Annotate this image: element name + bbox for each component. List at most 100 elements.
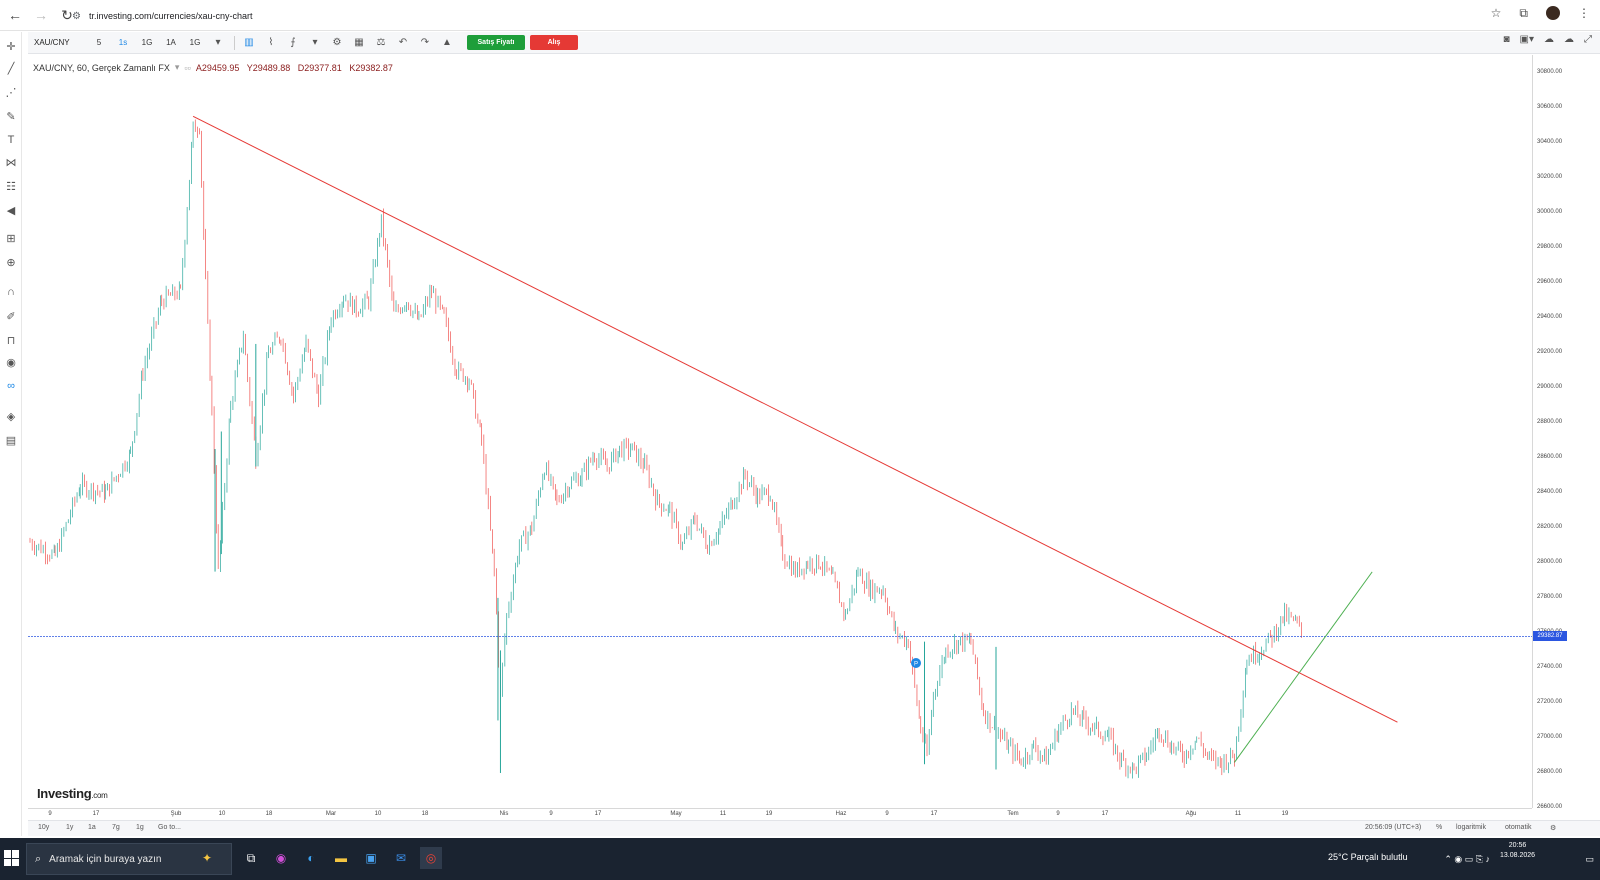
profile-avatar[interactable] [1546,6,1560,20]
indicators-icon[interactable]: ⨍ [283,34,303,52]
back-arrow-icon[interactable]: ◀ [3,202,19,218]
y-tick-label: 27000.00 [1537,733,1563,740]
x-tick-label: Ağu [1185,811,1197,817]
layers-icon[interactable]: ◈ [3,408,19,424]
start-button[interactable] [4,850,20,866]
buy-button[interactable]: Alış [530,35,578,50]
bookmark-star-icon[interactable]: ☆ [1491,6,1502,21]
x-tick-label: Şub [170,811,182,817]
x-tick-label: 9 [885,811,889,817]
range-10y[interactable]: 10y [38,824,49,831]
range-1d[interactable]: 1g [136,824,144,831]
eye-icon[interactable]: ◉ [3,354,19,370]
auto-toggle[interactable]: otomatik [1505,824,1531,831]
zoom-icon[interactable]: ⊕ [3,254,19,270]
x-tick-label: 10 [218,811,226,817]
candles-icon[interactable]: ▥ [239,34,259,52]
forward-icon[interactable]: → [30,4,52,26]
y-tick-label: 26800.00 [1537,768,1563,775]
fib-tool-icon[interactable]: ⋰ [3,84,19,100]
menu-icon[interactable]: ⋮ [1578,6,1590,21]
symbol-search[interactable]: XAU/CNY [28,38,88,47]
lock-icon[interactable]: ⊓ [3,332,19,348]
extensions-icon[interactable]: ⧉ [1519,6,1528,21]
y-tick-label: 27400.00 [1537,663,1563,670]
alert-bell-icon[interactable]: ▲ [437,34,457,52]
indicators-dropdown-icon[interactable]: ▾ [305,34,325,52]
layout-icon[interactable]: ▣▾ [1520,34,1534,45]
copilot-sparkle-icon[interactable]: ✦ [196,847,218,869]
time-axis[interactable]: 9 17 Şub 10 18 Mar 10 18 Nis 9 17 May 11 19 Haz 9 17 Tem 9… [28,808,1532,820]
y-tick-label: 30000.00 [1537,208,1563,215]
camera-icon[interactable]: ◙ [1503,34,1509,45]
x-tick-label: 19 [1281,811,1289,817]
chrome-icon[interactable]: ◎ [420,847,442,869]
weather-widget[interactable]: 25°C Parçalı bulutlu [1328,852,1408,862]
copilot-app-icon[interactable]: ◉ [270,847,292,869]
windows-taskbar: ⌕ Aramak için buraya yazın ✦ ⧉ ◉ ◐ ▬ ▣ ✉… [0,838,1600,880]
interval-1d[interactable]: 1G [136,34,158,52]
address-bar[interactable]: ⚙ tr.investing.com/currencies/xau-cny-ch… [72,6,1512,26]
notification-icon[interactable]: ▭ [1585,838,1594,880]
downtrend-line[interactable] [192,115,1398,723]
brush-tool-icon[interactable]: ✎ [3,108,19,124]
interval-dropdown-icon[interactable]: ▾ [208,34,228,52]
fullscreen-icon[interactable]: ⤢ [1584,34,1592,45]
cloud-upload-icon[interactable]: ☁ [1564,34,1574,45]
axis-settings-icon[interactable]: ⚙ [1550,824,1556,832]
range-1m[interactable]: 1a [88,824,96,831]
browser-bar: ← → ↻ ⚙ tr.investing.com/currencies/xau-… [0,0,1600,31]
taskbar-clock[interactable]: 20:56 13.08.2026 [1500,841,1535,861]
undo-icon[interactable]: ↶ [393,34,413,52]
magnet-icon[interactable]: ∩ [3,284,19,300]
uptrend-line[interactable] [1233,571,1373,763]
settings-gear-icon[interactable]: ⚙ [327,34,347,52]
interval-1m[interactable]: 1A [160,34,182,52]
ruler-icon[interactable]: ⊞ [3,230,19,246]
investing-logo: Investing.com [37,786,108,801]
range-7d[interactable]: 7g [112,824,120,831]
y-tick-label: 29000.00 [1537,383,1563,390]
studies-icon[interactable]: ▦ [349,34,369,52]
compare-icon[interactable]: ⚖ [371,34,391,52]
edge-icon[interactable]: ◐ [300,847,322,869]
link-icon[interactable]: ∞ [3,378,19,394]
measure-tool-icon[interactable]: ☷ [3,178,19,194]
x-tick-label: Mar [325,811,337,817]
line-chart-icon[interactable]: ⌇ [261,34,281,52]
price-axis[interactable]: 30800.00 30600.00 30400.00 30200.00 30000.00… [1532,55,1600,810]
x-tick-label: 17 [1101,811,1109,817]
trendline-tool-icon[interactable]: ╱ [3,60,19,76]
interval-5m[interactable]: 5 [88,34,110,52]
sell-button[interactable]: Satış Fiyatı [467,35,525,50]
redo-icon[interactable]: ↷ [415,34,435,52]
y-tick-label: 29200.00 [1537,348,1563,355]
event-marker[interactable]: P [911,658,921,668]
cloud-download-icon[interactable]: ☁ [1544,34,1554,45]
interval-1h[interactable]: 1s [112,34,134,52]
pencil-lock-icon[interactable]: ✐ [3,308,19,324]
store-icon[interactable]: ▣ [360,847,382,869]
interval-1w[interactable]: 1G [184,34,206,52]
crosshair-icon[interactable]: ✛ [3,38,19,54]
tray-icons[interactable]: ⌃ ◉ ▭ ⎘ ♪ [1444,838,1490,880]
log-toggle[interactable]: logaritmik [1456,824,1486,831]
trash-icon[interactable]: ▤ [3,432,19,448]
clock-readout: 20:56:09 (UTC+3) [1365,824,1422,831]
text-tool-icon[interactable]: T [3,132,19,148]
range-1y[interactable]: 1y [66,824,73,831]
svg-text:P: P [914,662,918,668]
price-chart[interactable]: P [28,55,1532,808]
x-tick-label: 18 [265,811,273,817]
pattern-tool-icon[interactable]: ⋈ [3,154,19,170]
task-view-icon[interactable]: ⧉ [240,847,262,869]
site-info-icon[interactable]: ⚙ [72,11,81,22]
y-tick-label: 28800.00 [1537,418,1563,425]
goto-date[interactable]: Go to... [158,824,181,831]
y-tick-label: 30800.00 [1537,68,1563,75]
mail-icon[interactable]: ✉ [390,847,412,869]
file-explorer-icon[interactable]: ▬ [330,847,352,869]
y-tick-label: 30400.00 [1537,138,1563,145]
back-icon[interactable]: ← [4,4,26,26]
percent-toggle[interactable]: % [1436,824,1442,831]
